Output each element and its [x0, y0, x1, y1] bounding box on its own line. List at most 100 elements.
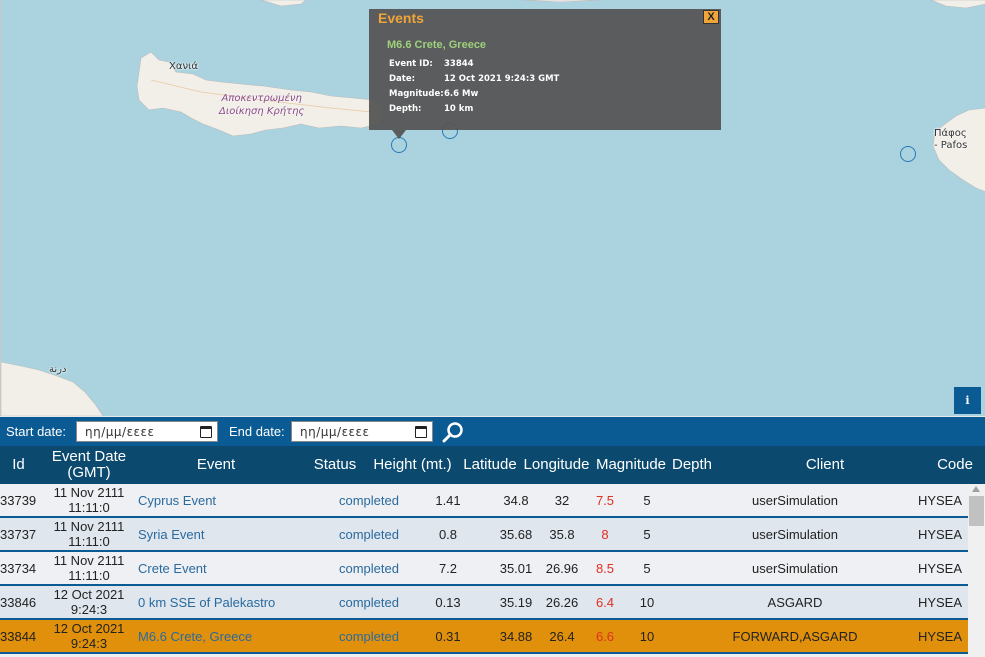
map-info-button[interactable]: i: [954, 387, 981, 414]
cell-event[interactable]: M6.6 Crete, Greece: [138, 620, 318, 652]
cell-height: 0.31: [435, 628, 461, 644]
cell-event-date-line1: 11 Nov 2111: [53, 485, 125, 500]
cell-event-date-line2: 11:11:0: [68, 534, 110, 549]
cell-status: completed: [339, 526, 399, 542]
cell-code: HYSEA: [917, 560, 963, 576]
cell-id: 33734: [0, 560, 37, 576]
cell-id: 33846: [0, 594, 37, 610]
cell-status: completed: [339, 492, 399, 508]
cell-depth: 5: [643, 560, 651, 576]
cell-depth: 5: [643, 492, 651, 508]
popup-field-value: 12 Oct 2021 9:24:3 GMT: [444, 73, 560, 84]
popup-field-value: 33844: [444, 58, 474, 69]
cell-client: userSimulation: [752, 492, 838, 508]
header-latitude[interactable]: Latitude: [459, 446, 521, 484]
popup-field-key: Depth:: [389, 103, 422, 114]
table-row[interactable]: 33846 12 Oct 2021 9:24:3 0 km SSE of Paleka…: [0, 586, 968, 620]
popup-close-button[interactable]: X: [703, 10, 719, 24]
header-event-date-line1: Event Date: [51, 448, 127, 465]
header-status[interactable]: Status: [309, 446, 361, 484]
popup-field-row: Magnitude: 6.6 Mw: [389, 86, 559, 101]
crete-region-line2: Διοίκηση Κρήτης: [219, 106, 305, 117]
cell-event[interactable]: 0 km SSE of Palekastro: [138, 586, 318, 618]
table-row[interactable]: 33844 12 Oct 2021 9:24:3 M6.6 Crete, Greece…: [0, 620, 968, 654]
cell-event-date: 12 Oct 2021 9:24:3: [40, 620, 138, 652]
header-event-date-line2: (GMT): [67, 464, 111, 481]
cell-client: userSimulation: [752, 560, 838, 576]
pafos-line2: - Pafos: [934, 140, 968, 151]
cell-event-date-line1: 11 Nov 2111: [53, 553, 125, 568]
cell-event[interactable]: Syria Event: [138, 518, 318, 550]
header-client[interactable]: Client: [760, 446, 890, 484]
cell-event-date-line2: 11:11:0: [68, 500, 110, 515]
header-id[interactable]: Id: [0, 446, 37, 484]
cell-code: HYSEA: [917, 526, 963, 542]
table-row[interactable]: 33739 11 Nov 2111 11:11:0 Cyprus Event compl…: [0, 484, 968, 518]
place-chania: Χανιά: [169, 61, 199, 72]
calendar-icon[interactable]: [415, 426, 427, 438]
popup-field-value: 10 km: [444, 103, 474, 114]
end-date-placeholder: ηη/μμ/εεεε: [300, 425, 370, 439]
popup-details: Event ID: 33844 Date: 12 Oct 2021 9:24:3…: [389, 56, 559, 116]
header-height[interactable]: Height (mt.): [366, 446, 459, 484]
cell-height: 0.8: [438, 526, 458, 542]
event-popup: Events X M6.6 Crete, Greece Event ID: 33…: [369, 9, 721, 139]
calendar-icon[interactable]: [200, 426, 212, 438]
header-magnitude[interactable]: Magnitude: [592, 446, 670, 484]
cell-code: HYSEA: [917, 492, 963, 508]
header-event-date[interactable]: Event Date (GMT): [37, 446, 141, 484]
cell-client: FORWARD,ASGARD: [732, 628, 858, 644]
end-date-input[interactable]: ηη/μμ/εεεε: [291, 421, 433, 442]
header-depth[interactable]: Depth: [668, 446, 716, 484]
header-longitude[interactable]: Longitude: [521, 446, 592, 484]
cell-event-date: 11 Nov 2111 11:11:0: [40, 518, 138, 550]
cell-status: completed: [339, 560, 399, 576]
event-marker[interactable]: [391, 137, 407, 153]
start-date-input[interactable]: ηη/μμ/εεεε: [76, 421, 218, 442]
cell-id: 33739: [0, 492, 37, 508]
popup-field-key: Magnitude:: [389, 88, 444, 99]
header-event[interactable]: Event: [141, 446, 291, 484]
table-row[interactable]: 33734 11 Nov 2111 11:11:0 Crete Event comple…: [0, 552, 968, 586]
header-code[interactable]: Code: [930, 446, 980, 484]
cell-event[interactable]: Crete Event: [138, 552, 318, 584]
cell-height: 0.13: [435, 594, 461, 610]
table-scrollbar[interactable]: [968, 484, 985, 657]
cell-id: 33844: [0, 628, 37, 644]
search-icon[interactable]: [442, 421, 464, 443]
crete-region-line1: Αποκεντρωμένη: [221, 93, 302, 104]
table-row[interactable]: 33737 11 Nov 2111 11:11:0 Syria Event comple…: [0, 518, 968, 552]
cell-height: 1.41: [435, 492, 461, 508]
cell-depth: 5: [643, 526, 651, 542]
end-date-label: End date:: [229, 424, 285, 439]
scroll-thumb[interactable]: [969, 496, 984, 526]
cell-event-date-line2: 9:24:3: [70, 636, 108, 651]
cell-event-date-line1: 12 Oct 2021: [53, 587, 125, 602]
cell-client: ASGARD: [767, 594, 823, 610]
date-filter-bar: Start date: ηη/μμ/εεεε End date: ηη/μμ/ε…: [0, 416, 985, 446]
popup-field-row: Date: 12 Oct 2021 9:24:3 GMT: [389, 71, 559, 86]
events-table-body: 33739 11 Nov 2111 11:11:0 Cyprus Event compl…: [0, 484, 968, 657]
popup-event-name: M6.6 Crete, Greece: [387, 39, 487, 51]
cell-event-date-line2: 9:24:3: [70, 602, 108, 617]
cell-depth: 10: [639, 594, 655, 610]
popup-field-key: Event ID:: [389, 58, 433, 69]
popup-pointer: [392, 130, 406, 139]
cell-height: 7.2: [438, 560, 458, 576]
popup-title: Events: [378, 10, 424, 26]
start-date-label: Start date:: [6, 424, 66, 439]
cell-code: HYSEA: [917, 628, 963, 644]
cell-event-date: 11 Nov 2111 11:11:0: [40, 484, 138, 516]
place-derna: درنة: [49, 364, 67, 375]
cell-status: completed: [339, 594, 399, 610]
popup-field-value: 6.6 Mw: [444, 88, 479, 99]
cell-event[interactable]: Cyprus Event: [138, 484, 318, 516]
place-crete-region: Αποκεντρωμένη Διοίκηση Κρήτης: [219, 92, 304, 118]
event-marker[interactable]: [900, 146, 916, 162]
place-pafos: Πάφος - Pafos: [934, 128, 967, 152]
cell-status: completed: [339, 628, 399, 644]
events-table-header: Id Event Date (GMT) Event Status Height …: [0, 446, 985, 484]
cell-event-date-line1: 11 Nov 2111: [53, 519, 125, 534]
scroll-up-arrow[interactable]: [972, 486, 980, 492]
pafos-line1: Πάφος: [934, 128, 967, 139]
